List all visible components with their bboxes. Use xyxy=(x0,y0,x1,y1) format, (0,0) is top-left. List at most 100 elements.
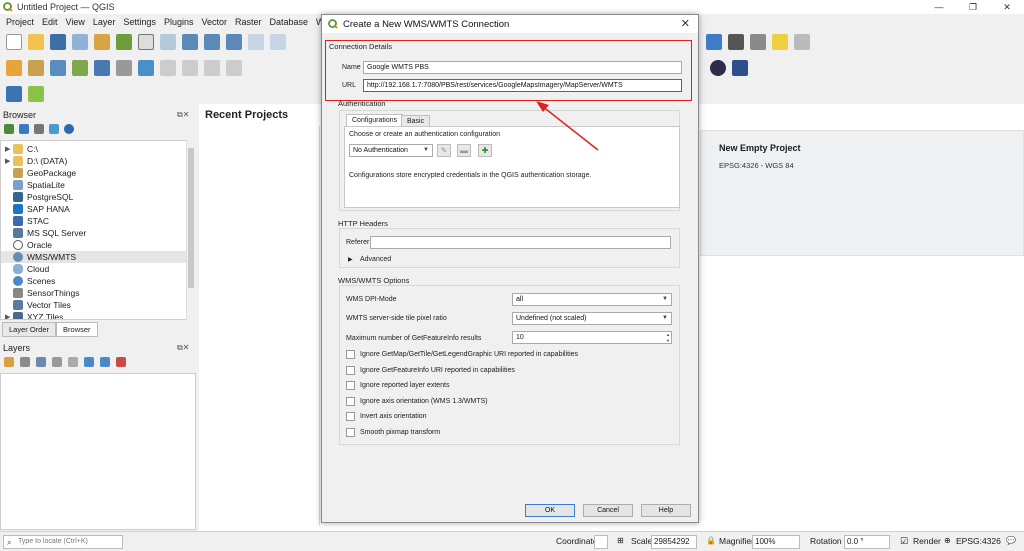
menu-view[interactable]: View xyxy=(66,17,85,27)
save-as-icon[interactable] xyxy=(72,34,88,50)
locator-input[interactable]: ⌕ Type to locate (Ctrl+K) xyxy=(3,535,123,549)
measure-icon[interactable] xyxy=(750,34,766,50)
plugin-icon[interactable] xyxy=(710,60,726,76)
collapse-icon[interactable] xyxy=(49,124,59,134)
add-config-button[interactable]: ✚ xyxy=(478,144,492,157)
tab-layer-order[interactable]: Layer Order xyxy=(2,322,57,337)
zoom-in-icon[interactable] xyxy=(182,34,198,50)
filter-icon[interactable] xyxy=(34,124,44,134)
add-wms-icon[interactable] xyxy=(138,60,154,76)
tile-ratio-select[interactable]: Undefined (not scaled) ▼ xyxy=(512,312,672,325)
recent-projects-list[interactable] xyxy=(200,126,320,526)
ok-button[interactable]: OK xyxy=(525,504,575,517)
menu-plugins[interactable]: Plugins xyxy=(164,17,194,27)
messages-icon[interactable]: 💬 xyxy=(1006,536,1016,545)
statistics-icon[interactable] xyxy=(728,34,744,50)
digitize-icon[interactable] xyxy=(160,60,176,76)
tree-item-spatialite[interactable]: SpatiaLite xyxy=(1,179,193,191)
menu-edit[interactable]: Edit xyxy=(42,17,58,27)
advanced-expand-icon[interactable]: ▶ xyxy=(348,256,353,263)
extents-icon[interactable]: ⊞ xyxy=(617,536,624,545)
zoom-out-icon[interactable] xyxy=(204,34,220,50)
add-delimited-icon[interactable] xyxy=(116,60,132,76)
crs-label[interactable]: EPSG:4326 xyxy=(956,536,1001,546)
tree-item-wms-wmts[interactable]: WMS/WMTS xyxy=(1,251,193,263)
zoom-selection-icon[interactable] xyxy=(270,34,286,50)
pan-to-selection-icon[interactable] xyxy=(160,34,176,50)
tab-browser[interactable]: Browser xyxy=(56,322,98,337)
checkbox-ignore-extents[interactable]: Ignore reported layer extents xyxy=(346,381,450,390)
zoom-layer-icon[interactable] xyxy=(248,34,264,50)
tree-item-sensorthings[interactable]: SensorThings xyxy=(1,287,193,299)
python-console-icon[interactable] xyxy=(6,86,22,102)
menu-vector[interactable]: Vector xyxy=(201,17,227,27)
tree-item-geopackage[interactable]: GeoPackage xyxy=(1,167,193,179)
advanced-label[interactable]: Advanced xyxy=(360,256,391,263)
layers-tree[interactable] xyxy=(0,373,196,530)
magnifier-field[interactable]: 100% xyxy=(752,535,800,549)
menu-layer[interactable]: Layer xyxy=(93,17,116,27)
max-feature-spinbox[interactable]: 10 ▲ ▼ xyxy=(512,331,672,344)
visibility-icon[interactable] xyxy=(36,357,46,367)
edit-config-button[interactable]: ✎ xyxy=(437,144,451,157)
tree-item-scenes[interactable]: Scenes xyxy=(1,275,193,287)
tree-item-d-drive[interactable]: ▶ D:\ (DATA) xyxy=(1,155,193,167)
style-icon[interactable] xyxy=(4,357,14,367)
checkbox-invert-axis[interactable]: Invert axis orientation xyxy=(346,412,427,421)
menu-raster[interactable]: Raster xyxy=(235,17,262,27)
refresh-icon[interactable] xyxy=(19,124,29,134)
add-feature-icon[interactable] xyxy=(226,60,242,76)
annotation-icon[interactable] xyxy=(772,34,788,50)
rotation-field[interactable]: 0.0 ° xyxy=(844,535,890,549)
browser-scrollbar[interactable] xyxy=(186,140,195,320)
new-empty-project-card[interactable]: New Empty Project EPSG:4326 - WGS 84 xyxy=(700,130,1024,256)
tree-item-mssql[interactable]: MS SQL Server xyxy=(1,227,193,239)
spin-arrows-icon[interactable]: ▲ ▼ xyxy=(666,332,670,343)
tree-item-sap-hana[interactable]: SAP HANA xyxy=(1,203,193,215)
tree-item-xyz-tiles[interactable]: ▶ XYZ Tiles xyxy=(1,311,193,319)
scale-field[interactable]: 29854292 xyxy=(651,535,697,549)
open-project-icon[interactable] xyxy=(28,34,44,50)
style-manager-icon[interactable] xyxy=(116,34,132,50)
pan-icon[interactable] xyxy=(138,34,154,50)
render-checkbox-icon[interactable]: ☑ xyxy=(900,536,908,547)
layers-panel-controls[interactable]: ⧉✕ xyxy=(177,343,189,353)
add-mesh-icon[interactable] xyxy=(94,60,110,76)
referer-input[interactable] xyxy=(370,236,671,249)
restore-icon[interactable]: ❐ xyxy=(956,0,990,14)
checkbox-ignore-getfeatureinfo[interactable]: Ignore GetFeatureInfo URI reported in ca… xyxy=(346,366,515,375)
remove-layer-icon[interactable] xyxy=(116,357,126,367)
menu-settings[interactable]: Settings xyxy=(123,17,156,27)
menu-project[interactable]: Project xyxy=(6,17,34,27)
cancel-button[interactable]: Cancel xyxy=(583,504,633,517)
save-edits-icon[interactable] xyxy=(204,60,220,76)
info-icon[interactable] xyxy=(64,124,74,134)
lock-icon[interactable]: 🔒 xyxy=(706,536,716,545)
save-project-icon[interactable] xyxy=(50,34,66,50)
gear-icon[interactable] xyxy=(794,34,810,50)
tree-item-postgresql[interactable]: PostgreSQL xyxy=(1,191,193,203)
add-vector-icon[interactable] xyxy=(50,60,66,76)
menu-database[interactable]: Database xyxy=(270,17,309,27)
add-selected-icon[interactable] xyxy=(4,124,14,134)
coordinate-field[interactable] xyxy=(594,535,608,549)
checkbox-smooth-pixmap[interactable]: Smooth pixmap transform xyxy=(346,428,440,437)
close-window-icon[interactable]: ✕ xyxy=(990,0,1024,14)
settings-icon[interactable] xyxy=(706,34,722,50)
filter-expression-icon[interactable] xyxy=(68,357,78,367)
tree-item-stac[interactable]: STAC xyxy=(1,215,193,227)
tree-item-c-drive[interactable]: ▶ C:\ xyxy=(1,143,193,155)
add-raster-icon[interactable] xyxy=(72,60,88,76)
tree-item-vector-tiles[interactable]: Vector Tiles xyxy=(1,299,193,311)
help-icon[interactable] xyxy=(732,60,748,76)
scrollbar-thumb[interactable] xyxy=(188,148,194,288)
minimize-icon[interactable]: — xyxy=(922,0,956,14)
edit-icon[interactable] xyxy=(182,60,198,76)
layout-manager-icon[interactable] xyxy=(94,34,110,50)
new-project-icon[interactable] xyxy=(6,34,22,50)
zoom-full-icon[interactable] xyxy=(226,34,242,50)
dpi-mode-select[interactable]: all ▼ xyxy=(512,293,672,306)
remove-config-button[interactable]: ▬ xyxy=(457,144,471,157)
new-geopackage-icon[interactable] xyxy=(28,60,44,76)
tree-item-oracle[interactable]: Oracle xyxy=(1,239,193,251)
